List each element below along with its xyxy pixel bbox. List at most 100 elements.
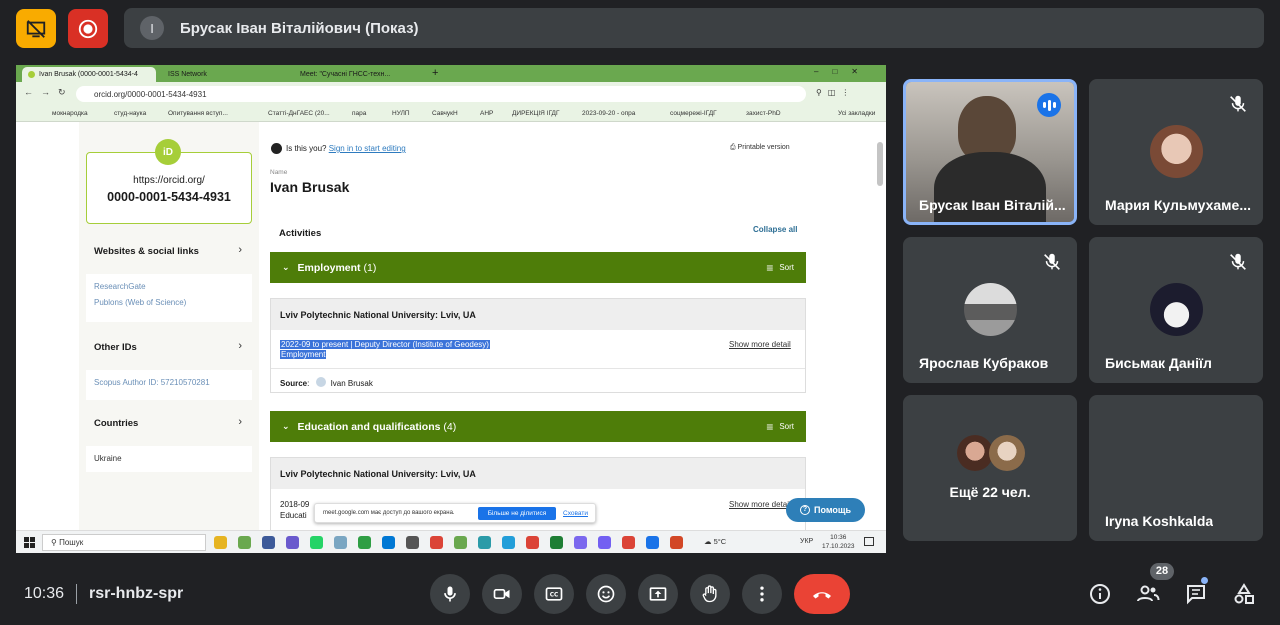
nav-buttons[interactable]: ←→↻: [24, 87, 74, 98]
participant-name: Iryna Koshkalda: [1105, 513, 1214, 529]
education-header[interactable]: ⌄ Education and qualifications (4) ≡ Sort: [270, 411, 806, 442]
page-scrollbar[interactable]: [877, 142, 883, 186]
taskbar-app-icon[interactable]: [406, 536, 419, 549]
taskbar-search[interactable]: ⚲ Пошук: [42, 534, 206, 551]
taskbar-app-icon[interactable]: [382, 536, 395, 549]
stop-sharing-button[interactable]: Більше не ділитися: [478, 507, 556, 520]
websites-title[interactable]: Websites & social links: [94, 246, 199, 257]
camera-button[interactable]: [482, 574, 522, 614]
collapse-all-link[interactable]: Collapse all: [753, 225, 797, 234]
windows-start-icon[interactable]: [24, 537, 35, 548]
hide-button[interactable]: Сховати: [563, 510, 588, 517]
other-ids-title[interactable]: Other IDs: [94, 342, 137, 353]
bookmark[interactable]: захист-PhD: [746, 110, 781, 117]
reactions-button[interactable]: [586, 574, 626, 614]
sign-in-link[interactable]: Sign in to start editing: [329, 144, 406, 153]
language-indicator[interactable]: УКР: [800, 538, 813, 545]
activities-button[interactable]: [1230, 580, 1258, 608]
bookmark[interactable]: Статтi-ДнГАЕС (20...: [268, 110, 330, 117]
browser-address-bar: ←→↻ orcid.org/0000-0001-5434-4931 ⚲◫⋮: [16, 82, 886, 106]
participant-tile-more[interactable]: Ещё 22 чел.: [903, 395, 1077, 541]
taskbar-app-icon[interactable]: [598, 536, 611, 549]
taskbar-app-icon[interactable]: [454, 536, 467, 549]
more-options-button[interactable]: [742, 574, 782, 614]
participant-name: Бисьмак Даніїл: [1105, 355, 1212, 371]
taskbar-app-icon[interactable]: [238, 536, 251, 549]
chevron-right-icon[interactable]: ›: [238, 244, 242, 256]
employment-sort-button[interactable]: ≡ Sort: [766, 261, 794, 275]
url-input[interactable]: orcid.org/0000-0001-5434-4931: [76, 86, 806, 102]
browser-tab-meet[interactable]: Meet: "Сучасні ГНСС-техн...: [294, 67, 414, 82]
bookmark[interactable]: соцмережі-ІГДГ: [670, 110, 717, 117]
participant-tile[interactable]: Мария Кульмухаме...: [1089, 79, 1263, 225]
taskbar-app-icon[interactable]: [646, 536, 659, 549]
chat-button[interactable]: [1182, 580, 1210, 608]
taskbar-app-icon[interactable]: [334, 536, 347, 549]
countries-title[interactable]: Countries: [94, 418, 138, 429]
participant-tile[interactable]: Ярослав Кубраков: [903, 237, 1077, 383]
recording-button[interactable]: [68, 9, 108, 48]
employment-header[interactable]: ⌄ Employment (1) ≡ Sort: [270, 252, 806, 283]
window-controls[interactable]: –□✕: [814, 67, 872, 76]
link-scopus[interactable]: Scopus Author ID: 57210570281: [94, 378, 210, 387]
participant-tile-presenter[interactable]: Брусак Іван Віталій...: [903, 79, 1077, 225]
bookmark[interactable]: НУЛП: [392, 110, 410, 117]
bookmark[interactable]: СавчукН: [432, 110, 458, 117]
people-button[interactable]: [1134, 580, 1162, 608]
taskbar-app-icon[interactable]: [214, 536, 227, 549]
extensions-icons[interactable]: ⚲◫⋮: [816, 88, 855, 97]
bookmark[interactable]: мокнародка: [52, 110, 88, 117]
participant-tile[interactable]: Iryna Koshkalda: [1089, 395, 1263, 541]
chevron-right-icon[interactable]: ›: [238, 340, 242, 352]
bookmark[interactable]: Усі закладки: [838, 110, 875, 117]
chat-icon: [1187, 585, 1205, 605]
weather-widget[interactable]: ☁ 5°C: [704, 537, 726, 546]
mic-button[interactable]: [430, 574, 470, 614]
taskbar-app-icon[interactable]: [574, 536, 587, 549]
bookmark[interactable]: студ-наука: [114, 110, 146, 117]
taskbar-app-icon[interactable]: [430, 536, 443, 549]
link-researchgate[interactable]: ResearchGate: [94, 282, 146, 291]
taskbar-app-icon[interactable]: [358, 536, 371, 549]
taskbar-app-icon[interactable]: [526, 536, 539, 549]
presenter-bar: І Брусак Іван Віталійович (Показ): [124, 8, 1264, 48]
taskbar-app-icon[interactable]: [286, 536, 299, 549]
taskbar-app-icon[interactable]: [262, 536, 275, 549]
education-show-more[interactable]: Show more detail: [729, 500, 791, 509]
avatar: [957, 435, 993, 471]
bookmark[interactable]: Опитування вступ...: [168, 110, 228, 117]
meeting-info-button[interactable]: [1086, 580, 1114, 608]
education-sort-button[interactable]: ≡ Sort: [766, 420, 794, 434]
taskbar-app-icon[interactable]: [310, 536, 323, 549]
notifications-icon[interactable]: [864, 537, 874, 546]
present-button[interactable]: [638, 574, 678, 614]
presentation-off-button[interactable]: [16, 9, 56, 48]
help-button[interactable]: ? Помощь: [786, 498, 865, 522]
raise-hand-button[interactable]: [690, 574, 730, 614]
browser-tab-orcid[interactable]: Ivan Brusak (0000-0001-5434-4: [22, 67, 156, 82]
captions-button[interactable]: CC: [534, 574, 574, 614]
bookmark[interactable]: АНР: [480, 110, 493, 117]
browser-tab-iss[interactable]: ISS Network: [162, 67, 288, 82]
taskbar-app-icon[interactable]: [478, 536, 491, 549]
taskbar-clock: 10:36 17.10.2023: [822, 534, 855, 550]
people-count-badge: 28: [1150, 563, 1174, 580]
taskbar-app-icon[interactable]: [622, 536, 635, 549]
browser-tab-strip: Ivan Brusak (0000-0001-5434-4 ISS Networ…: [16, 65, 886, 82]
taskbar-app-icon[interactable]: [670, 536, 683, 549]
meeting-code: rsr-hnbz-spr: [89, 585, 184, 602]
new-tab-button[interactable]: +: [432, 67, 438, 79]
meeting-time: 10:36: [24, 585, 65, 602]
leave-call-button[interactable]: [794, 574, 850, 614]
link-publons[interactable]: Publons (Web of Science): [94, 298, 186, 307]
bookmark[interactable]: 2023-09-20 - опра: [582, 110, 635, 117]
bookmark[interactable]: пара: [352, 110, 366, 117]
chat-unread-dot: [1201, 577, 1208, 584]
chevron-right-icon[interactable]: ›: [238, 416, 242, 428]
participant-tile[interactable]: Бисьмак Даніїл: [1089, 237, 1263, 383]
bookmark[interactable]: ДИРЕКЦІЯ ІГДГ: [512, 110, 559, 117]
employment-show-more[interactable]: Show more detail: [729, 340, 791, 349]
taskbar-app-icon[interactable]: [550, 536, 563, 549]
taskbar-app-icon[interactable]: [502, 536, 515, 549]
printable-version-link[interactable]: ⎙ Printable version: [730, 144, 790, 152]
